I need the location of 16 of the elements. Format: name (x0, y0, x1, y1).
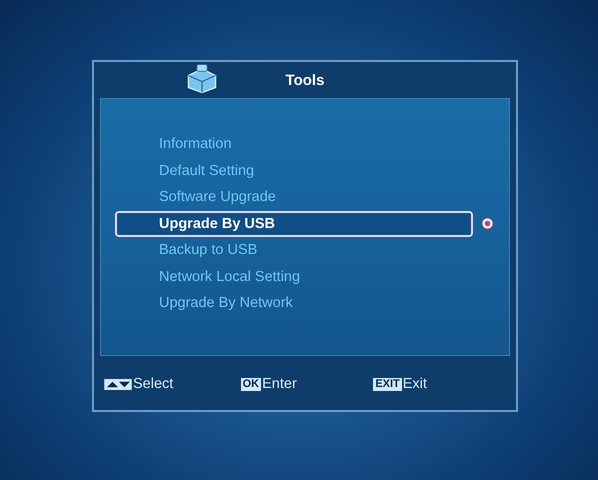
menu-item[interactable]: Default Setting (115, 158, 473, 184)
selection-indicator-icon (481, 217, 494, 230)
menu-item[interactable]: Backup to USB (115, 237, 473, 264)
remote-key-label: EXIT (373, 378, 402, 390)
up-down-arrow-key-icon (104, 378, 132, 390)
menu-item[interactable]: Network Local Setting (115, 264, 473, 290)
hint-label: Select (133, 376, 174, 392)
menu-item[interactable]: Information (115, 131, 473, 158)
window-title: Tools (286, 72, 324, 88)
remote-key-label: OK (240, 378, 262, 390)
menu-item[interactable]: Software Upgrade (115, 184, 473, 210)
toolbox-icon (185, 63, 219, 95)
hint-label: Enter (262, 376, 297, 392)
hint-label: Exit (402, 376, 427, 392)
menu-item[interactable]: Upgrade By USB (115, 210, 473, 237)
menu-item[interactable]: Upgrade By Network (115, 290, 473, 316)
